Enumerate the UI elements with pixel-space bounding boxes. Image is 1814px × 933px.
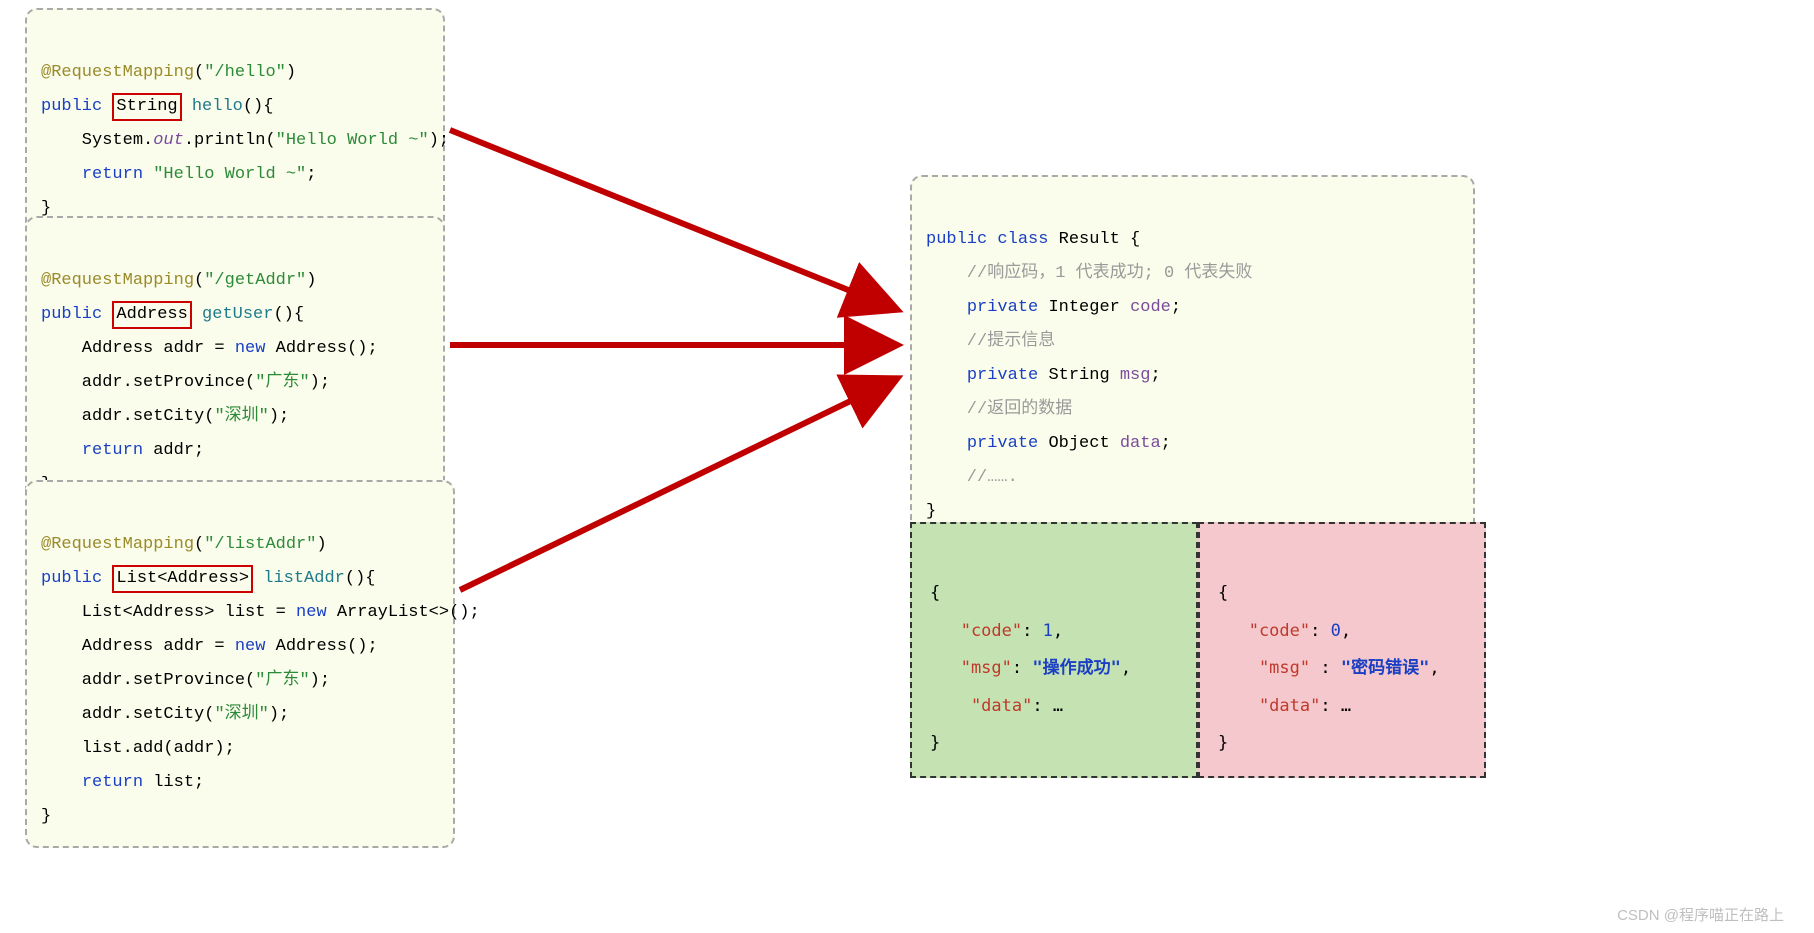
json-error-example: { "code": 0, "msg" : "密码错误", "data": … }: [1198, 522, 1486, 778]
code-box-hello: @RequestMapping("/hello") public String …: [25, 8, 445, 240]
code-box-result: public class Result { //响应码，1 代表成功; 0 代表…: [910, 175, 1475, 543]
return-type-highlight: String: [112, 93, 181, 121]
json-success-example: { "code": 1, "msg": "操作成功", "data": … }: [910, 522, 1198, 778]
return-type-highlight: List<Address>: [112, 565, 253, 593]
code-box-listaddr: @RequestMapping("/listAddr") public List…: [25, 480, 455, 848]
return-type-highlight: Address: [112, 301, 191, 329]
code-box-getaddr: @RequestMapping("/getAddr") public Addre…: [25, 216, 445, 516]
watermark: CSDN @程序喵正在路上: [1617, 904, 1784, 925]
